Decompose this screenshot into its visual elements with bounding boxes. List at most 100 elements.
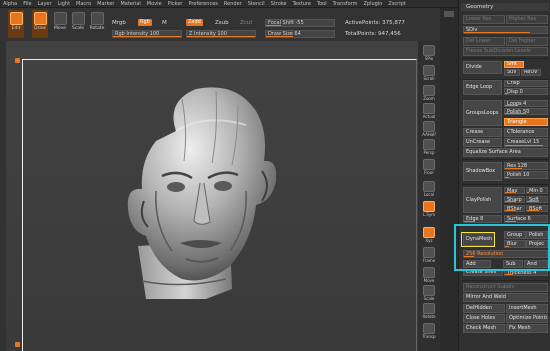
- edge-slider[interactable]: Edge 8: [463, 215, 502, 223]
- menu-stroke[interactable]: Stroke: [271, 1, 287, 7]
- delhidden-button[interactable]: DelHidden: [463, 304, 505, 313]
- menu-render[interactable]: Render: [224, 1, 242, 7]
- del-higher-button[interactable]: Del Higher: [506, 37, 548, 46]
- right-shelf: SPix Scroll Zoom Actual AAHalf Persp Floor Loca…: [418, 41, 440, 351]
- claypolish-button[interactable]: ClayPolish: [463, 187, 502, 213]
- zoom-icon: [423, 85, 435, 96]
- menu-tool[interactable]: Tool: [317, 1, 327, 7]
- draw-size-slider[interactable]: Draw Size 64: [265, 30, 335, 38]
- crisp-toggle[interactable]: Crisp: [504, 80, 548, 87]
- disp-slider[interactable]: Disp 0: [504, 88, 548, 95]
- shelf-zoom-button[interactable]: Zoom: [420, 85, 438, 102]
- menu-picker[interactable]: Picker: [168, 1, 183, 7]
- check-mesh-button[interactable]: Check Mesh: [463, 324, 505, 333]
- menu-layer[interactable]: Layer: [38, 1, 52, 7]
- menu-transform[interactable]: Transform: [333, 1, 358, 7]
- triangle-toggle[interactable]: Triangle: [504, 118, 548, 126]
- shelf-spix-button[interactable]: SPix: [420, 45, 438, 62]
- insertmesh-button[interactable]: InsertMesh: [506, 304, 548, 313]
- draw-button[interactable]: Draw: [32, 10, 48, 38]
- equalize-surface-area-button[interactable]: Equalize Surface Area: [463, 148, 548, 157]
- edit-button[interactable]: Edit: [8, 10, 24, 38]
- mrgb-button[interactable]: Mrgb: [112, 20, 126, 26]
- soft-slider[interactable]: Soft: [526, 196, 548, 203]
- shadowbox-button[interactable]: ShadowBox: [463, 162, 502, 181]
- shelf-actual-button[interactable]: Actual: [420, 103, 438, 120]
- lower-res-button[interactable]: Lower Res: [463, 15, 505, 24]
- shelf-scroll-button[interactable]: Scroll: [420, 65, 438, 82]
- max-slider[interactable]: Max: [504, 187, 525, 194]
- shelf-scale-button[interactable]: Scale: [420, 285, 438, 302]
- menu-marker[interactable]: Marker: [97, 1, 114, 7]
- rgb-intensity-slider[interactable]: Rgb Intensity 100: [112, 30, 182, 38]
- crease-button[interactable]: Crease: [463, 128, 502, 137]
- higher-res-button[interactable]: Higher Res: [506, 15, 548, 24]
- z-intensity-slider[interactable]: Z Intensity 100: [186, 30, 256, 38]
- polish-50-slider[interactable]: Polish 50: [504, 108, 548, 115]
- edge-loop-button[interactable]: Edge Loop: [463, 80, 502, 95]
- menu-movie[interactable]: Movie: [147, 1, 162, 7]
- freeze-subdivision-button[interactable]: Freeze SubDivision Levels: [463, 47, 548, 56]
- ctolerance-slider[interactable]: CTolerance: [504, 128, 548, 137]
- reconstruct-subdiv-button[interactable]: Reconstruct Subdiv: [463, 283, 548, 292]
- menu-file[interactable]: File: [23, 1, 31, 7]
- menu-alpha[interactable]: Alpha: [3, 1, 17, 7]
- groupsloops-button[interactable]: GroupsLoops: [463, 100, 502, 126]
- menu-stencil[interactable]: Stencil: [248, 1, 265, 7]
- shelf-aahalf-button[interactable]: AAHalf: [420, 121, 438, 138]
- smt-toggle[interactable]: Smt: [504, 61, 524, 68]
- shelf-persp-button[interactable]: Persp: [420, 139, 438, 156]
- zadd-button[interactable]: Zadd: [186, 19, 203, 26]
- shelf-scrollbar[interactable]: [440, 8, 458, 351]
- actual-icon: [423, 103, 435, 114]
- loops-slider[interactable]: Loops 4: [504, 100, 548, 107]
- sdiv-slider[interactable]: SDiv: [463, 26, 548, 34]
- shelf-move-button[interactable]: Move: [420, 267, 438, 284]
- suv-toggle[interactable]: Suv: [504, 69, 520, 76]
- shelf-transp-button[interactable]: Transp: [420, 323, 438, 340]
- menu-light[interactable]: Light: [58, 1, 70, 7]
- zsub-button[interactable]: Zsub: [215, 20, 229, 26]
- shelf-rotate-button[interactable]: Rotate: [420, 303, 438, 320]
- menu-texture[interactable]: Texture: [293, 1, 311, 7]
- focal-shift-slider[interactable]: Focal Shift -55: [265, 19, 335, 27]
- geometry-header[interactable]: Geometry: [461, 3, 549, 11]
- bsoft-slider[interactable]: BSoft: [526, 205, 548, 212]
- menu-macro[interactable]: Macro: [76, 1, 91, 7]
- mirror-and-weld-button[interactable]: Mirror And Weld: [463, 293, 548, 302]
- dynamesh-button-highlight: [461, 232, 495, 247]
- m-button[interactable]: M: [162, 20, 167, 26]
- zcut-button[interactable]: Zcut: [240, 20, 252, 26]
- shelf-lsym-button[interactable]: L.Sym: [420, 201, 438, 218]
- surface-slider[interactable]: Surface 6: [504, 215, 548, 223]
- uncrease-button[interactable]: UnCrease: [463, 138, 502, 147]
- del-lower-button[interactable]: Del Lower: [463, 37, 505, 46]
- document-canvas[interactable]: [6, 41, 418, 351]
- close-holes-button[interactable]: Close Holes: [463, 314, 505, 323]
- shelf-floor-button[interactable]: Floor: [420, 159, 438, 176]
- shelf-local-button[interactable]: Local: [420, 181, 438, 198]
- move-button[interactable]: Move: [52, 10, 68, 38]
- sharp-slider[interactable]: Sharp: [504, 196, 525, 203]
- bshar-slider[interactable]: BShar: [504, 205, 525, 212]
- rotate-button[interactable]: Rotate: [89, 10, 105, 38]
- reuv-button[interactable]: ReUV: [521, 69, 541, 76]
- fix-mesh-button[interactable]: Fix Mesh: [506, 324, 548, 333]
- menu-preferences[interactable]: Preferences: [189, 1, 218, 7]
- divide-button[interactable]: Divide: [463, 61, 502, 74]
- polish-10-slider[interactable]: Polish 10: [504, 171, 548, 179]
- res-128-slider[interactable]: Res 128: [504, 162, 548, 170]
- scale-button[interactable]: Scale: [70, 10, 86, 38]
- shelf-frame-button[interactable]: Frame: [420, 247, 438, 264]
- rgb-button[interactable]: Rgb: [138, 19, 152, 26]
- menu-material[interactable]: Material: [120, 1, 140, 7]
- creaselvl-slider[interactable]: CreaseLvl 15: [504, 138, 548, 147]
- min-slider[interactable]: Min 0: [526, 187, 548, 194]
- scrollbar-thumb[interactable]: [444, 11, 454, 17]
- draw-icon: [33, 12, 47, 25]
- optimize-points-button[interactable]: Optimize Points: [506, 314, 548, 323]
- menu-zscript[interactable]: Zscript: [388, 1, 405, 7]
- edit-icon: [9, 12, 23, 25]
- shelf-xyz-button[interactable]: Xyz: [420, 227, 438, 244]
- menu-zplugin[interactable]: Zplugin: [364, 1, 383, 7]
